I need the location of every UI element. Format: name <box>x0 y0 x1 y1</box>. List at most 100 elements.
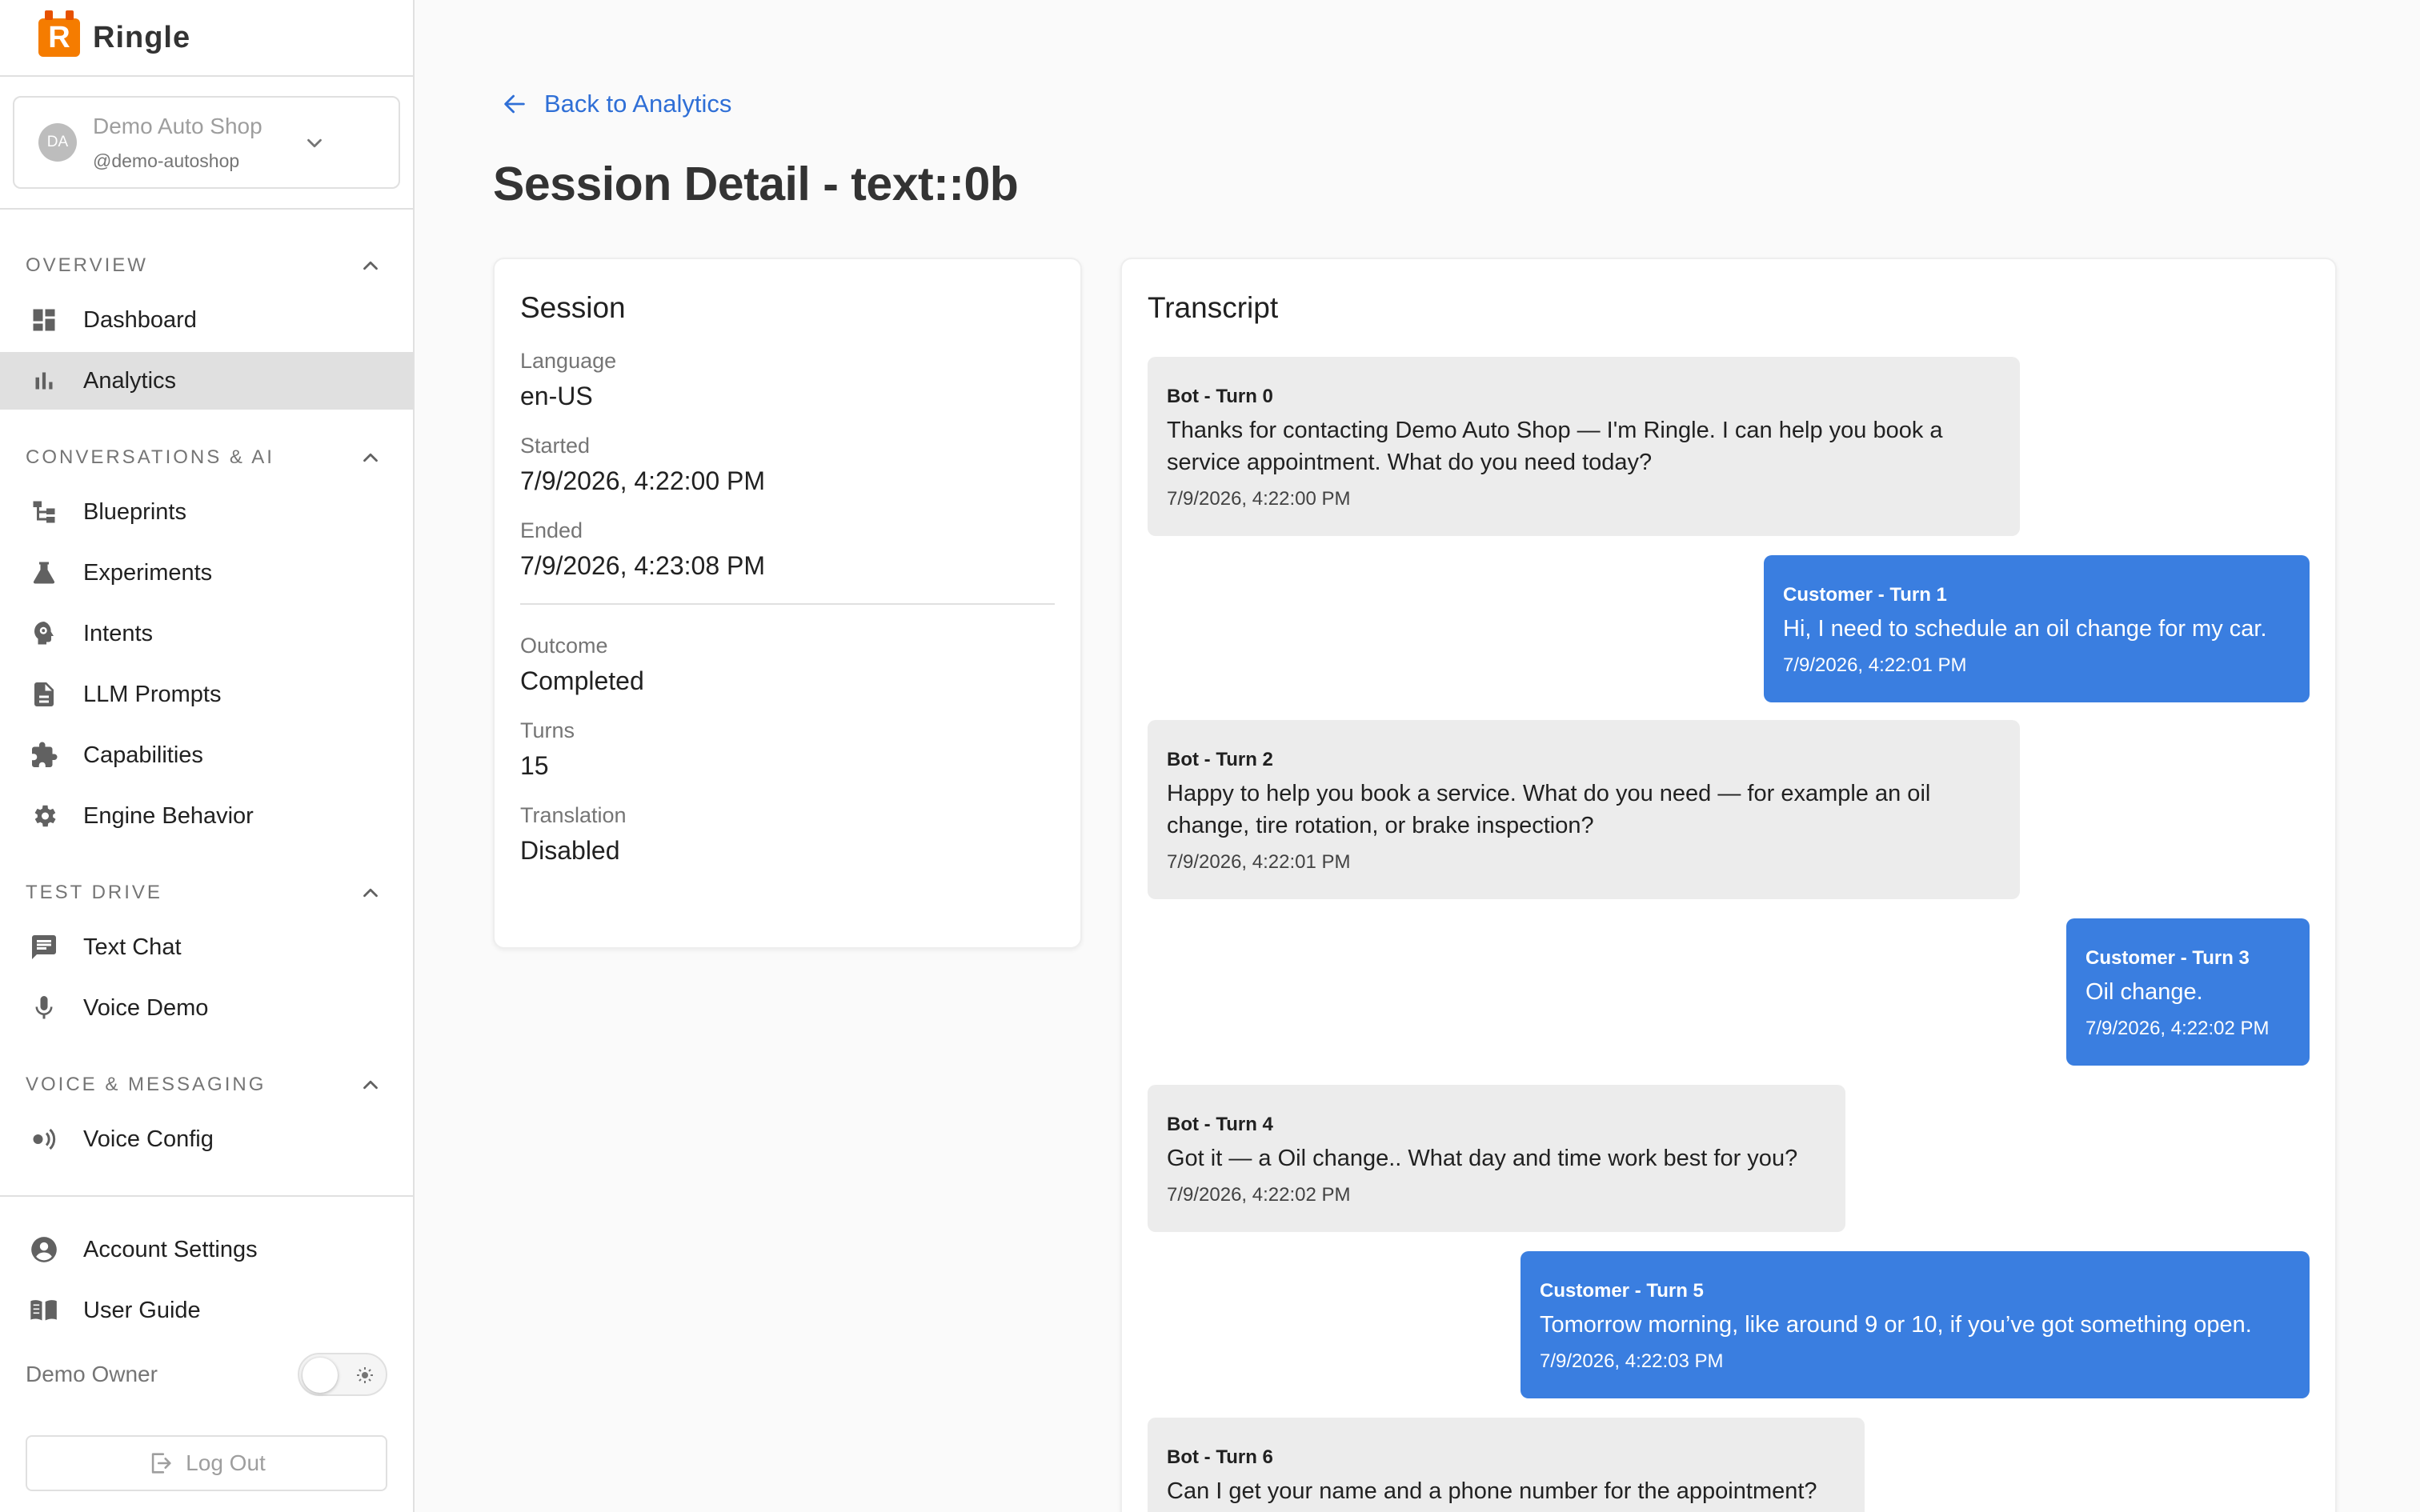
sidebar-item-voice-config[interactable]: Voice Config <box>0 1110 413 1168</box>
sidebar: R Ringle DA Demo Auto Shop @demo-autosho… <box>0 0 415 1512</box>
sidebar-item-label: LLM Prompts <box>83 681 222 707</box>
transcript-message-customer: Customer - Turn 1 Hi, I need to schedule… <box>1764 555 2310 702</box>
sidebar-item-label: User Guide <box>83 1297 201 1323</box>
org-name: Demo Auto Shop <box>93 113 262 138</box>
logout-button[interactable]: Log Out <box>26 1435 387 1491</box>
org-handle: @demo-autoshop <box>93 150 240 171</box>
message-text: Happy to help you book a service. What d… <box>1167 781 1931 838</box>
bar-chart-icon <box>27 364 61 398</box>
message-text: Tomorrow morning, like around 9 or 10, i… <box>1540 1312 2252 1338</box>
sidebar-item-label: Engine Behavior <box>83 802 254 829</box>
sidebar-bottom: Account Settings User Guide Demo Owner L… <box>0 1195 413 1512</box>
sidebar-item-account-settings[interactable]: Account Settings <box>0 1221 413 1278</box>
sidebar-nav: OVERVIEW Dashboard Analytics CONVERSATIO… <box>0 211 413 1195</box>
transcript-message-bot: Bot - Turn 0 Thanks for contacting Demo … <box>1148 357 2020 536</box>
user-row: Demo Owner <box>0 1344 413 1405</box>
sidebar-item-capabilities[interactable]: Capabilities <box>0 726 413 784</box>
message-text: Can I get your name and a phone number f… <box>1167 1478 1817 1504</box>
arrow-left-icon <box>504 94 525 114</box>
chevron-up-icon[interactable] <box>359 254 383 278</box>
logout-label: Log Out <box>186 1450 266 1475</box>
sun-icon <box>357 1367 373 1383</box>
book-icon <box>27 1294 61 1327</box>
sidebar-item-engine-behavior[interactable]: Engine Behavior <box>0 787 413 845</box>
sidebar-item-label: Analytics <box>83 367 177 394</box>
sidebar-item-label: Voice Demo <box>83 994 209 1021</box>
avatar: DA <box>38 123 77 162</box>
brand[interactable]: R Ringle <box>0 0 413 77</box>
sidebar-item-user-guide[interactable]: User Guide <box>0 1282 413 1339</box>
message-text: Got it — a Oil change.. What day and tim… <box>1167 1146 1798 1171</box>
back-link[interactable]: Back to Analytics <box>501 90 731 118</box>
sidebar-item-blueprints[interactable]: Blueprints <box>0 483 413 541</box>
chat-icon <box>27 930 61 964</box>
section-conversations-ai[interactable]: CONVERSATIONS & AI <box>0 432 413 483</box>
sidebar-item-label: Capabilities <box>83 742 203 768</box>
message-time: 7/9/2026, 4:22:02 PM <box>1167 1184 1351 1206</box>
org-selector[interactable]: DA Demo Auto Shop @demo-autoshop <box>13 96 400 189</box>
transcript-message-bot: Bot - Turn 2 Happy to help you book a se… <box>1148 720 2020 899</box>
message-text: Oil change. <box>2085 979 2203 1005</box>
puzzle-icon <box>27 738 61 772</box>
sidebar-item-text-chat[interactable]: Text Chat <box>0 918 413 976</box>
divider <box>520 603 1055 605</box>
message-text: Hi, I need to schedule an oil change for… <box>1783 616 2267 642</box>
chevron-up-icon[interactable] <box>359 1073 383 1097</box>
back-link-label: Back to Analytics <box>544 90 732 118</box>
section-voice-messaging[interactable]: VOICE & MESSAGING <box>0 1059 413 1110</box>
gear-icon <box>27 799 61 833</box>
section-test-drive[interactable]: TEST DRIVE <box>0 867 413 918</box>
chevron-up-icon[interactable] <box>359 446 383 470</box>
section-title: VOICE & MESSAGING <box>26 1074 266 1095</box>
transcript-card: Transcript Bot - Turn 0 Thanks for conta… <box>1120 258 2337 1512</box>
transcript-message-bot: Bot - Turn 4 Got it — a Oil change.. Wha… <box>1148 1085 1845 1232</box>
brand-name: Ringle <box>93 20 191 54</box>
translation-value: Disabled <box>520 836 620 865</box>
ringle-logo-icon: R <box>38 10 80 57</box>
org-text: Demo Auto Shop @demo-autoshop <box>93 114 262 172</box>
speaker-icon <box>27 1122 61 1156</box>
message-speaker: Bot - Turn 2 <box>1167 749 1273 770</box>
chevron-down-icon <box>307 138 322 148</box>
logout-icon <box>151 1453 171 1474</box>
transcript-message-customer: Customer - Turn 3 Oil change. 7/9/2026, … <box>2066 918 2310 1066</box>
theme-toggle[interactable] <box>298 1353 387 1396</box>
message-speaker: Customer - Turn 1 <box>1783 584 1947 606</box>
message-speaker: Customer - Turn 5 <box>1540 1280 1704 1302</box>
user-name: Demo Owner <box>26 1362 158 1386</box>
sidebar-item-label: Text Chat <box>83 934 182 960</box>
main-content: Back to Analytics Session Detail - text:… <box>415 0 2420 1512</box>
page-title: Session Detail - text::0b <box>493 158 1019 210</box>
sidebar-item-voice-demo[interactable]: Voice Demo <box>0 979 413 1037</box>
message-time: 7/9/2026, 4:22:01 PM <box>1167 851 1351 873</box>
chevron-up-icon[interactable] <box>359 881 383 905</box>
sidebar-item-dashboard[interactable]: Dashboard <box>0 291 413 349</box>
section-overview[interactable]: OVERVIEW <box>0 240 413 291</box>
message-time: 7/9/2026, 4:22:00 PM <box>1167 488 1351 510</box>
language-value: en-US <box>520 382 593 410</box>
microphone-icon <box>27 991 61 1025</box>
turns-label: Turns <box>520 718 575 742</box>
sidebar-item-label: Dashboard <box>83 306 197 333</box>
sidebar-item-experiments[interactable]: Experiments <box>0 544 413 602</box>
sidebar-item-label: Blueprints <box>83 498 186 525</box>
started-label: Started <box>520 434 591 458</box>
sidebar-item-analytics[interactable]: Analytics <box>0 352 413 410</box>
language-label: Language <box>520 349 617 373</box>
hierarchy-icon <box>27 495 61 529</box>
message-time: 7/9/2026, 4:22:01 PM <box>1783 654 1967 676</box>
message-speaker: Bot - Turn 6 <box>1167 1446 1273 1468</box>
message-text: Thanks for contacting Demo Auto Shop — I… <box>1167 418 1943 475</box>
sidebar-item-intents[interactable]: Intents <box>0 605 413 662</box>
session-card-title: Session <box>520 291 626 324</box>
document-icon <box>27 678 61 711</box>
sidebar-item-label: Intents <box>83 620 154 646</box>
started-value: 7/9/2026, 4:22:00 PM <box>520 466 765 495</box>
ended-label: Ended <box>520 518 583 542</box>
sidebar-item-llm-prompts[interactable]: LLM Prompts <box>0 666 413 723</box>
flask-icon <box>27 556 61 590</box>
sidebar-item-label: Account Settings <box>83 1236 258 1262</box>
message-speaker: Customer - Turn 3 <box>2085 947 2250 969</box>
outcome-label: Outcome <box>520 634 608 658</box>
section-title: OVERVIEW <box>26 254 148 276</box>
